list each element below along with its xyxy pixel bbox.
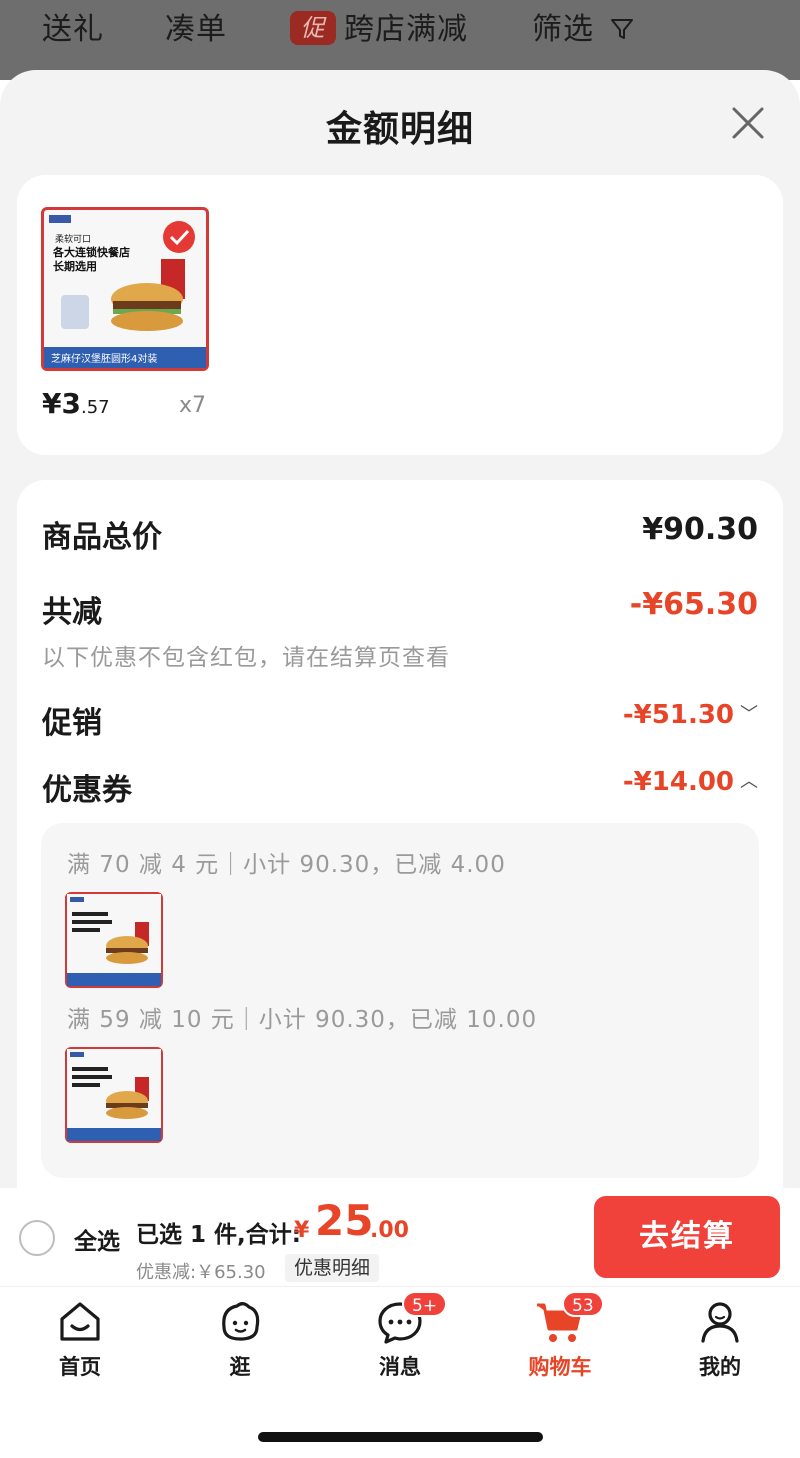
tab-home[interactable]: 首页 [20,1297,140,1387]
sheet-title: 金额明细 [325,109,474,150]
total-price-label: 商品总价 [42,520,162,555]
product-price: ¥3.57 [42,387,110,420]
home-indicator [258,1432,543,1442]
promo-row[interactable]: -¥51.30 ﹀ [623,700,758,730]
total-reduce-value: -¥65.30 [629,587,758,622]
tab-label: 消息 [379,1355,421,1379]
svg-text:芝麻仔汉堡胚圆形4对装: 芝麻仔汉堡胚圆形4对装 [51,352,157,365]
funnel-icon [610,19,633,39]
tab-cart[interactable]: 购物车 53 [500,1291,620,1387]
promo-label: 促销 [42,706,102,741]
promo-value: -¥51.30 [622,700,734,730]
reduce-note: 以下优惠不包含红包，请在结算页查看 [42,645,450,671]
burger-bun-image [65,1047,163,1143]
discount-amount: 优惠减:￥65.30 [136,1262,266,1283]
filter-cross-store-label: 跨店满减 [344,12,468,47]
tab-label: 购物车 [528,1355,592,1379]
tab-label: 我的 [699,1355,741,1379]
discount-detail-button[interactable]: 优惠明细 [285,1254,380,1282]
user-icon [701,1302,739,1343]
total-price-value: ¥90.30 [642,512,758,547]
select-all-label[interactable]: 全选 [74,1222,120,1256]
filter-cross-store[interactable]: 促跨店满减 [290,4,468,48]
product-quantity: x7 [179,393,207,418]
burger-bun-image [65,892,163,988]
tab-messages[interactable]: 消息 5+ [340,1291,460,1387]
close-icon[interactable] [730,105,766,141]
coupon-product-image [65,1047,163,1143]
price-detail-card: 商品总价 ¥90.30 共减 -¥65.30 以下优惠不包含红包，请在结算页查看… [17,480,783,1240]
chevron-down-icon: ﹀ [740,704,758,725]
checkout-button[interactable]: 去结算 [594,1196,780,1278]
home-icon [60,1302,100,1341]
coupon-label: 优惠券 [42,773,132,808]
coupon-row[interactable]: -¥14.00 ︿ [623,767,758,797]
svg-text:各大连锁快餐店: 各大连锁快餐店 [52,245,130,259]
select-all-checkbox[interactable] [19,1220,55,1256]
coupon-item: 满 59 减 10 元｜小计 90.30，已减 10.00 [67,1007,538,1033]
filter-combine[interactable]: 凑单 [165,4,227,48]
total-decimal: .00 [370,1218,409,1243]
total-amount: 25 [315,1196,374,1245]
chevron-up-icon: ︿ [740,771,758,792]
svg-text:柔软可口: 柔软可口 [55,233,91,245]
burger-bun-image: 柔软可口 各大连锁快餐店 长期选用 芝麻仔汉堡胚圆形4对装 [41,207,209,371]
filter-select[interactable]: 筛选 [532,4,635,48]
coupon-value: -¥14.00 [622,767,734,797]
tab-browse[interactable]: 逛 [180,1297,300,1387]
product-image[interactable]: 柔软可口 各大连锁快餐店 长期选用 芝麻仔汉堡胚圆形4对装 [41,207,209,371]
filter-bar: 送礼 凑单 促跨店满减 筛选 [0,0,800,80]
tab-label: 逛 [229,1355,251,1379]
browse-icon [222,1302,260,1341]
cart-badge: 53 [562,1291,604,1317]
coupon-list: 满 70 减 4 元｜小计 90.30，已减 4.00 满 59 减 10 元｜… [41,823,759,1178]
tab-label: 首页 [59,1355,101,1379]
tab-me[interactable]: 我的 [660,1297,780,1387]
checkout-bar: 全选 已选 1 件,合计: ¥ 25 .00 优惠减:￥65.30 优惠明细 去… [0,1188,800,1286]
message-badge: 5+ [402,1291,448,1317]
total-currency: ¥ [294,1218,310,1243]
total-reduce-label: 共减 [42,595,102,630]
svg-text:长期选用: 长期选用 [53,259,97,273]
selected-count: 已选 1 件,合计: [136,1222,301,1248]
filter-gift[interactable]: 送礼 [42,4,104,48]
coupon-product-image [65,892,163,988]
coupon-item: 满 70 减 4 元｜小计 90.30，已减 4.00 [67,852,506,878]
promo-badge-icon: 促 [290,11,336,45]
filter-select-label: 筛选 [532,12,594,47]
product-card: 柔软可口 各大连锁快餐店 长期选用 芝麻仔汉堡胚圆形4对装 ¥3.57 x7 [17,175,783,455]
